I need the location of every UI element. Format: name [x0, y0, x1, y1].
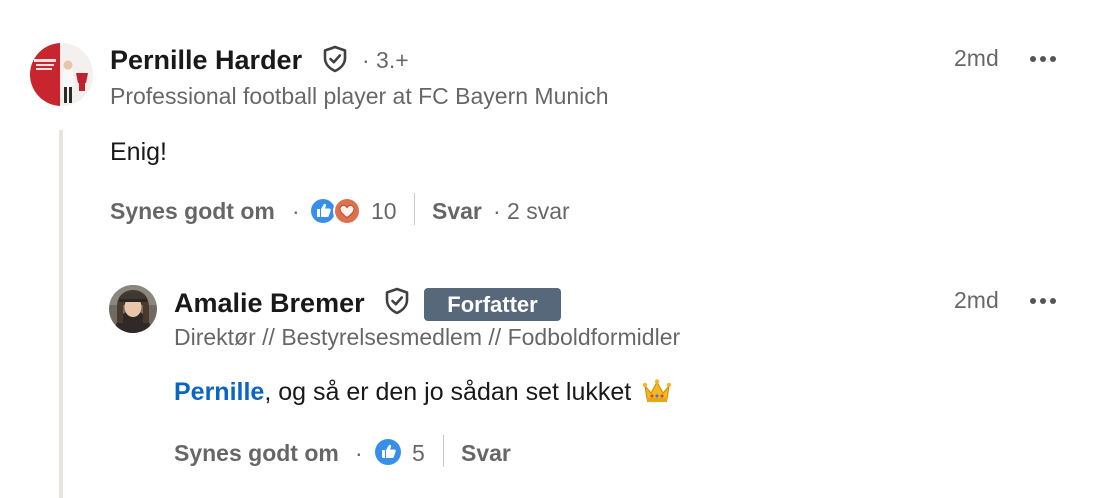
crown-emoji	[642, 379, 672, 402]
more-options-icon[interactable]	[1029, 290, 1063, 310]
avatar-pernille[interactable]	[30, 43, 93, 106]
separator-dot: ·	[292, 198, 300, 224]
comment-timestamp: 2md	[954, 45, 999, 71]
author-name[interactable]: Pernille Harder	[110, 45, 302, 76]
reply-text-body: , og så er den jo sådan set lukket	[264, 378, 632, 406]
reactions-summary[interactable]	[309, 196, 365, 226]
comment-text: Enig!	[110, 138, 167, 166]
reply-like-button[interactable]: Synes godt om	[174, 440, 339, 467]
like-button[interactable]: Synes godt om	[110, 198, 275, 225]
reply-reaction-count[interactable]: 5	[412, 440, 425, 467]
reply-author-headline: Direktør // Bestyrelsesmedlem // Fodbold…	[174, 324, 681, 350]
reply-timestamp: 2md	[954, 287, 999, 313]
connection-degree: · 3.+	[362, 47, 409, 73]
verified-shield-icon	[323, 45, 347, 73]
reaction-count[interactable]: 10	[371, 198, 397, 225]
verified-shield-icon	[385, 287, 409, 315]
separator-dot: ·	[355, 440, 363, 466]
thread-line	[59, 130, 63, 498]
author-badge: Forfatter	[424, 288, 561, 321]
mention-link[interactable]: Pernille	[174, 378, 264, 406]
avatar-amalie[interactable]	[109, 285, 157, 333]
action-divider	[443, 435, 444, 467]
comment-thread: Pernille Harder · 3.+ Professional footb…	[0, 0, 1101, 498]
reply-count[interactable]: · 2 svar	[493, 198, 570, 225]
reply-reply-button[interactable]: Svar	[461, 440, 511, 467]
like-icon	[309, 197, 337, 225]
reactions-summary[interactable]	[373, 437, 403, 467]
more-options-icon[interactable]	[1029, 48, 1063, 68]
love-icon	[333, 197, 361, 225]
action-divider	[414, 193, 415, 225]
like-icon	[375, 439, 401, 465]
reply-author-name[interactable]: Amalie Bremer	[174, 288, 365, 319]
reply-text: Pernille, og så er den jo sådan set lukk…	[174, 378, 672, 407]
reply-button[interactable]: Svar	[432, 198, 482, 225]
author-headline: Professional football player at FC Bayer…	[110, 83, 609, 109]
